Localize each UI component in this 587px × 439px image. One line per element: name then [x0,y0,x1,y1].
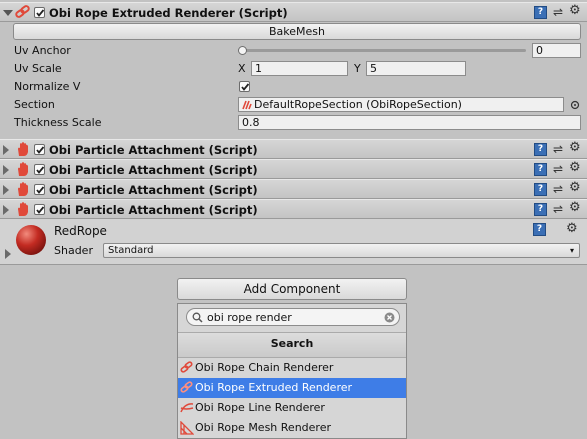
section-label: Section [14,98,55,111]
section-value: DefaultRopeSection (ObiRopeSection) [254,98,462,111]
help-book-icon[interactable]: ? [534,6,547,19]
chain-link-icon [180,381,193,393]
preset-sliders-icon[interactable]: ⇌ [553,162,563,176]
uv-scale-label: Uv Scale [14,62,62,75]
add-component-button[interactable]: Add Component [177,278,407,300]
thickness-scale-label: Thickness Scale [14,116,102,129]
item-label: Obi Rope Extruded Renderer [195,381,353,394]
foldout-arrow-icon[interactable] [5,249,11,259]
item-label: Obi Rope Line Renderer [195,401,325,414]
dropdown-arrow-icon: ▾ [569,246,574,255]
foldout-arrow-icon[interactable] [3,165,9,175]
item-label: Obi Rope Mesh Renderer [195,421,331,434]
list-item[interactable]: Obi Rope Chain Renderer [178,358,406,378]
chain-link-icon [15,5,30,18]
help-book-icon[interactable]: ? [533,223,546,236]
uv-scale-y-label: Y [354,62,361,75]
component-title: Obi Rope Extruded Renderer (Script) [49,6,288,20]
hand-icon [18,202,28,216]
gear-icon[interactable]: ⚙ [569,181,581,195]
preset-sliders-icon[interactable]: ⇌ [553,142,563,156]
particle-attachment-header[interactable]: Obi Particle Attachment (Script) ? ⇌ ⚙ [0,139,587,159]
uv-anchor-label: Uv Anchor [14,44,71,57]
thickness-scale-field[interactable]: 0.8 [238,115,581,130]
foldout-arrow-icon[interactable] [3,185,9,195]
enabled-checkbox[interactable] [34,184,45,195]
help-book-icon[interactable]: ? [534,143,547,156]
mesh-renderer-icon [180,421,194,435]
shader-label: Shader [54,244,93,257]
normalize-v-label: Normalize V [14,80,81,93]
chain-link-icon [180,361,193,373]
search-value: obi rope render [207,311,292,324]
foldout-arrow-icon[interactable] [3,10,13,16]
item-label: Obi Rope Chain Renderer [195,361,334,374]
preset-sliders-icon[interactable]: ⇌ [553,5,563,19]
normalize-v-checkbox[interactable] [239,81,250,92]
help-book-icon[interactable]: ? [534,163,547,176]
material-section: RedRope Shader Standard ▾ ? ⚙ [0,219,587,265]
uv-anchor-slider-thumb[interactable] [238,46,247,55]
bakemesh-button[interactable]: BakeMesh [13,23,581,40]
search-input[interactable]: obi rope render [186,308,400,326]
uv-anchor-slider-track[interactable] [242,49,526,52]
uv-scale-y-field[interactable]: 5 [366,61,466,76]
clear-search-icon[interactable] [384,312,395,323]
component-title: Obi Particle Attachment (Script) [49,143,258,157]
gear-icon[interactable]: ⚙ [569,201,581,215]
enabled-checkbox[interactable] [34,144,45,155]
rope-section-icon [242,100,252,110]
gear-icon[interactable]: ⚙ [569,161,581,175]
uv-scale-x-label: X [238,62,246,75]
hand-icon [18,182,28,196]
foldout-arrow-icon[interactable] [3,145,9,155]
hand-icon [18,162,28,176]
component-title: Obi Particle Attachment (Script) [49,203,258,217]
hand-icon [18,142,28,156]
material-name: RedRope [54,224,107,238]
line-renderer-icon [180,403,194,413]
extruded-renderer-header[interactable]: Obi Rope Extruded Renderer (Script) ? ⇌ … [0,2,587,22]
shader-dropdown[interactable]: Standard ▾ [103,243,580,258]
help-book-icon[interactable]: ? [534,203,547,216]
material-preview-sphere [16,225,46,255]
gear-icon[interactable]: ⚙ [566,222,578,236]
particle-attachment-header[interactable]: Obi Particle Attachment (Script) ? ⇌ ⚙ [0,199,587,219]
add-component-popup: obi rope render Search Obi Rope Chain Re… [177,303,407,439]
list-item-selected[interactable]: Obi Rope Extruded Renderer [178,378,406,398]
component-title: Obi Particle Attachment (Script) [49,183,258,197]
particle-attachment-header[interactable]: Obi Particle Attachment (Script) ? ⇌ ⚙ [0,179,587,199]
shader-value: Standard [108,245,154,256]
help-book-icon[interactable]: ? [534,183,547,196]
gear-icon[interactable]: ⚙ [569,141,581,155]
uv-scale-x-field[interactable]: 1 [251,61,348,76]
gear-icon[interactable]: ⚙ [569,4,581,18]
object-picker-icon[interactable] [570,100,580,110]
foldout-arrow-icon[interactable] [3,205,9,215]
search-section-header: Search [178,332,406,358]
particle-attachment-header[interactable]: Obi Particle Attachment (Script) ? ⇌ ⚙ [0,159,587,179]
preset-sliders-icon[interactable]: ⇌ [553,202,563,216]
section-object-field[interactable]: DefaultRopeSection (ObiRopeSection) [238,97,564,112]
search-icon [192,312,203,323]
uv-anchor-field[interactable]: 0 [532,43,581,58]
enabled-checkbox[interactable] [34,164,45,175]
enabled-checkbox[interactable] [34,204,45,215]
preset-sliders-icon[interactable]: ⇌ [553,182,563,196]
component-title: Obi Particle Attachment (Script) [49,163,258,177]
list-item[interactable]: Obi Rope Line Renderer [178,398,406,418]
list-item[interactable]: Obi Rope Mesh Renderer [178,418,406,438]
enabled-checkbox[interactable] [34,7,45,18]
